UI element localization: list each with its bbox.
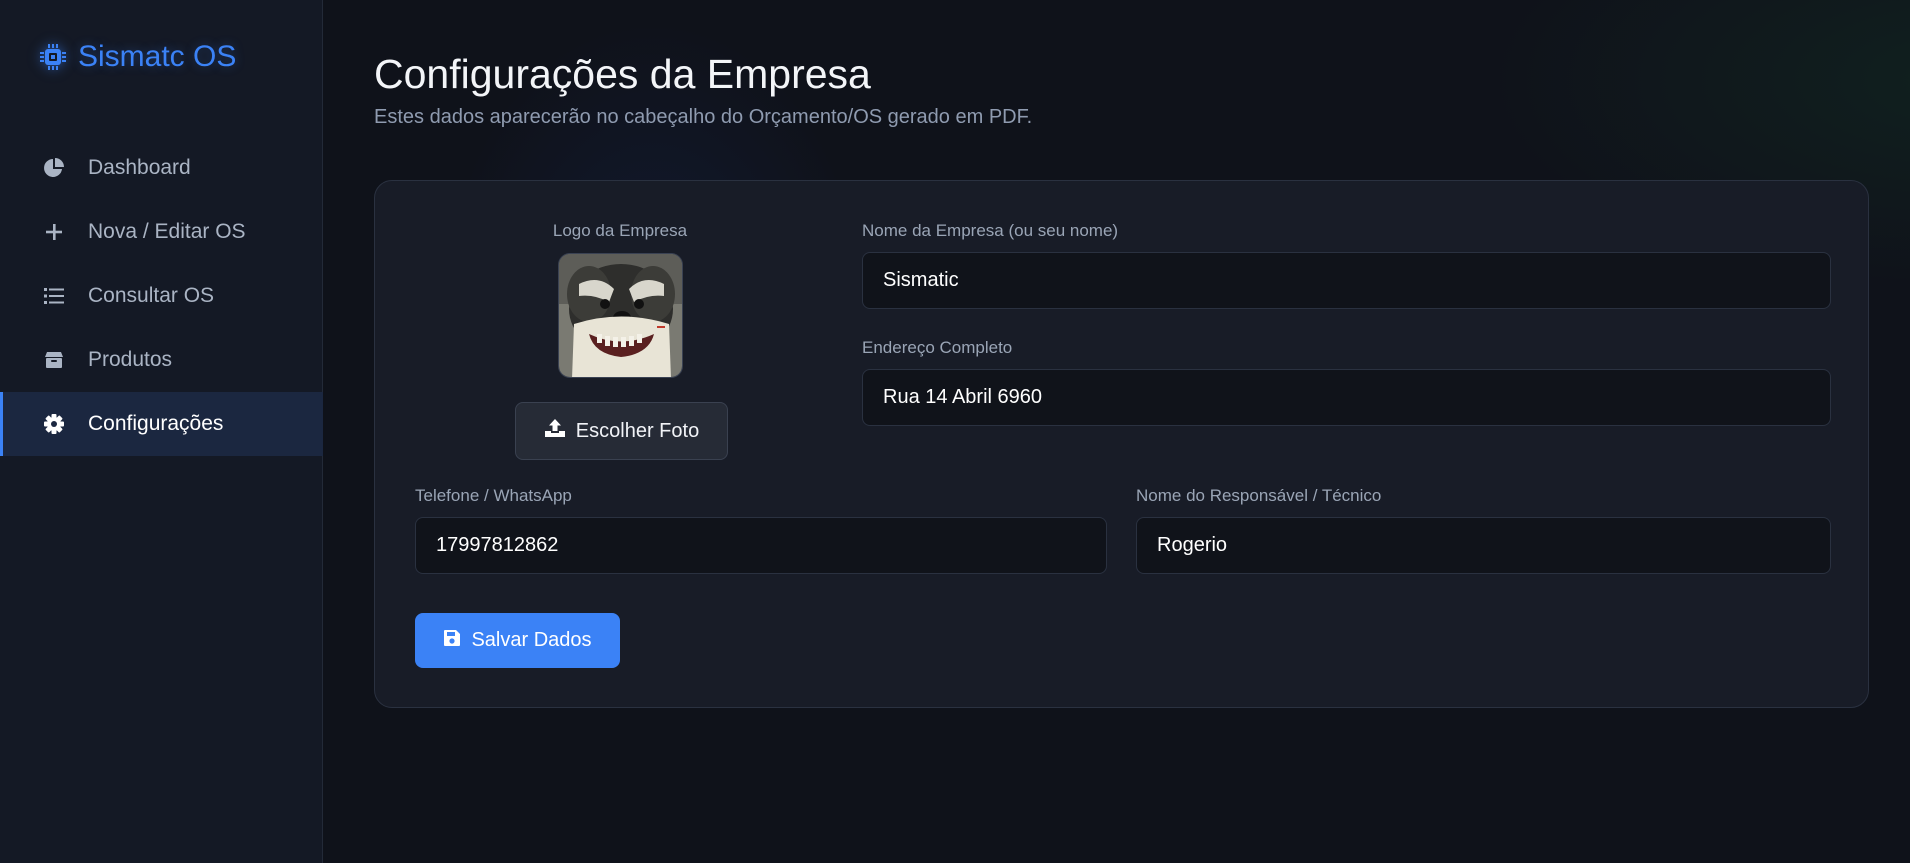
sidebar-item-dashboard[interactable]: Dashboard — [0, 136, 323, 200]
sidebar-item-label: Produtos — [88, 348, 173, 371]
company-name-label: Nome da Empresa (ou seu nome) — [862, 221, 1119, 240]
responsible-field: Nome do Responsável / Técnico — [1136, 486, 1831, 574]
sidebar-item-label: Dashboard — [88, 156, 191, 179]
brand-name: Sismatc OS — [78, 40, 237, 73]
app: Sismatc OS Dashboard Nova / Editar OS Co… — [0, 0, 1910, 863]
main-content: Configurações da Empresa Estes dados apa… — [323, 0, 1910, 863]
page-subtitle: Estes dados aparecerão no cabeçalho do O… — [374, 106, 1033, 128]
company-name-field: Nome da Empresa (ou seu nome) — [862, 221, 1831, 309]
choose-photo-label: Escolher Foto — [575, 419, 700, 442]
page-title: Configurações da Empresa — [374, 51, 871, 97]
sidebar-nav: Dashboard Nova / Editar OS Consultar OS … — [0, 136, 323, 456]
company-settings-card: Logo da Empresa Escolher Foto Nome da Em… — [374, 180, 1869, 708]
phone-label: Telefone / WhatsApp — [415, 486, 572, 505]
address-field: Endereço Completo — [862, 338, 1831, 426]
address-input[interactable] — [862, 369, 1831, 426]
pie-chart-icon — [42, 156, 66, 180]
logo-section: Logo da Empresa Escolher Foto — [515, 221, 728, 460]
sidebar-item-label: Consultar OS — [88, 284, 215, 307]
sidebar: Sismatc OS Dashboard Nova / Editar OS Co… — [0, 0, 323, 863]
gear-icon — [42, 412, 66, 436]
address-label: Endereço Completo — [862, 338, 1013, 357]
save-button[interactable]: Salvar Dados — [415, 613, 620, 668]
sidebar-item-label: Nova / Editar OS — [88, 220, 246, 243]
sidebar-item-nova-editar-os[interactable]: Nova / Editar OS — [0, 200, 323, 264]
list-icon — [42, 284, 66, 308]
sidebar-item-produtos[interactable]: Produtos — [0, 328, 323, 392]
phone-field: Telefone / WhatsApp — [415, 486, 1107, 574]
company-name-input[interactable] — [862, 252, 1831, 309]
logo-label: Logo da Empresa — [552, 221, 688, 240]
box-icon — [42, 348, 66, 372]
plus-icon — [42, 220, 66, 244]
responsible-input[interactable] — [1136, 517, 1831, 574]
save-button-label: Salvar Dados — [471, 629, 592, 651]
responsible-label: Nome do Responsável / Técnico — [1136, 486, 1382, 505]
save-icon — [443, 629, 461, 653]
sidebar-item-label: Configurações — [88, 412, 224, 435]
sidebar-item-configuracoes[interactable]: Configurações — [0, 392, 323, 456]
phone-input[interactable] — [415, 517, 1107, 574]
brand[interactable]: Sismatc OS — [38, 40, 236, 74]
cpu-icon — [38, 42, 68, 72]
company-logo-image — [557, 253, 683, 378]
sidebar-item-consultar-os[interactable]: Consultar OS — [0, 264, 323, 328]
choose-photo-button[interactable]: Escolher Foto — [515, 402, 728, 460]
upload-icon — [544, 418, 566, 444]
